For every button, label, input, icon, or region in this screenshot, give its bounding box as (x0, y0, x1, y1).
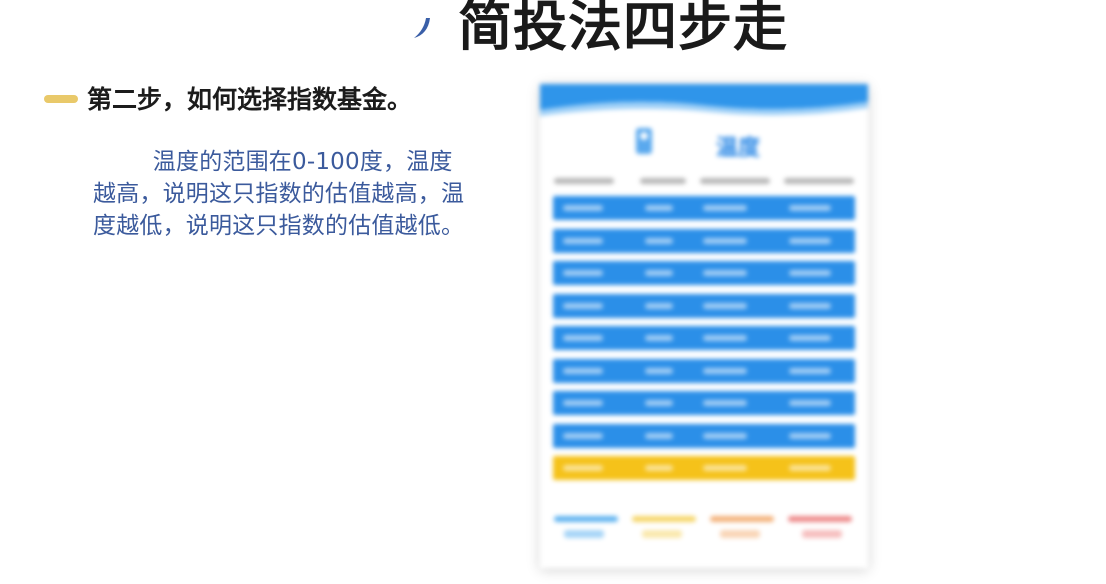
app-logo-icon (636, 128, 652, 154)
table-cell (645, 432, 673, 439)
table-row (553, 456, 855, 480)
table-cell (703, 465, 747, 471)
app-title: 温度 (716, 136, 761, 161)
table-cell (645, 237, 673, 244)
table-row (553, 358, 855, 383)
table-cell (645, 270, 673, 276)
table-cell (789, 302, 831, 309)
table-row (553, 293, 855, 318)
table-row (553, 196, 855, 220)
table-cell (645, 335, 673, 341)
table-cell (563, 335, 603, 341)
legend-label (802, 530, 842, 538)
table-cell (703, 400, 747, 406)
legend-bar (710, 516, 774, 522)
table-cell (703, 270, 747, 276)
legend-label (564, 530, 604, 538)
table-row (553, 423, 855, 448)
legend-bar (632, 516, 696, 522)
table-row (553, 391, 855, 415)
table-cell (563, 400, 603, 406)
legend-bar (554, 516, 618, 522)
table-row (553, 228, 855, 253)
legend-label (720, 530, 760, 538)
table-row (553, 326, 855, 350)
slide-title: 简投法四步走 (458, 0, 788, 58)
table-cell (789, 335, 831, 341)
table-cell (703, 432, 747, 439)
table-cell (563, 237, 603, 244)
table-cell (563, 302, 603, 309)
legend-bar (788, 516, 852, 522)
table-cell (703, 302, 747, 309)
table-cell (645, 400, 673, 406)
table-cell (645, 465, 673, 471)
table-cell (645, 302, 673, 309)
index-table (553, 196, 855, 489)
column-header (640, 178, 686, 184)
table-cell (789, 465, 831, 471)
table-cell (563, 270, 603, 276)
title-accent-icon (414, 18, 430, 38)
step-heading: 第二步，如何选择指数基金。 (87, 85, 413, 114)
table-cell (563, 367, 603, 374)
table-cell (789, 432, 831, 439)
table-cell (789, 237, 831, 244)
table-cell (789, 367, 831, 374)
table-cell (703, 335, 747, 341)
table-cell (703, 367, 747, 374)
table-cell (789, 205, 831, 211)
explanation-paragraph: 温度的范围在0-100度，温度越高，说明这只指数的估值越高，温度越低，说明这只指… (93, 149, 465, 239)
table-cell (563, 432, 603, 439)
column-header (784, 178, 854, 184)
table-cell (703, 205, 747, 211)
table-cell (563, 465, 603, 471)
table-cell (789, 400, 831, 406)
column-header (554, 178, 614, 184)
table-cell (563, 205, 603, 211)
table-cell (789, 270, 831, 276)
bullet-marker (44, 95, 78, 103)
table-cell (703, 237, 747, 244)
header-wave (540, 84, 868, 116)
table-row (553, 261, 855, 285)
table-cell (645, 205, 673, 211)
table-cell (645, 367, 673, 374)
column-header (700, 178, 770, 184)
legend-label (642, 530, 682, 538)
app-screenshot-image: 温度 (540, 84, 868, 568)
